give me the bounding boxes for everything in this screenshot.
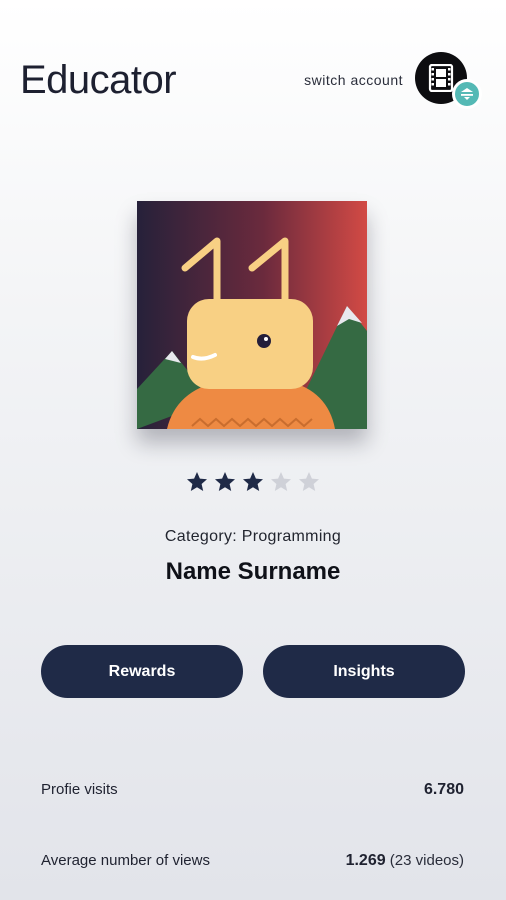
profile-image [137, 201, 367, 429]
switch-account-label[interactable]: switch account [304, 72, 403, 88]
star-icon [215, 472, 235, 491]
stat-row-profile-visits: Profie visits 6.780 [41, 781, 464, 799]
star-empty-icon [299, 472, 319, 491]
insights-button[interactable]: Insights [263, 645, 465, 698]
page-title: Educator [20, 58, 177, 102]
film-strip-icon [428, 64, 454, 92]
stat-value-wrap: 6.780 [424, 781, 464, 799]
switch-account-icon[interactable] [452, 79, 482, 109]
rewards-button[interactable]: Rewards [41, 645, 243, 698]
header: Educator switch account [0, 0, 506, 150]
stat-value: 6.780 [423, 781, 464, 798]
stat-value-wrap: 1.269 (23 videos) [346, 852, 464, 870]
star-empty-icon [271, 472, 291, 491]
stat-label: Average number of views [41, 852, 210, 869]
stat-label: Profie visits [41, 781, 118, 798]
account-switcher[interactable] [415, 52, 485, 112]
profile-name: Name Surname [165, 558, 341, 585]
stat-value: 1.269 [345, 852, 386, 869]
category-label: Category: Programming [164, 528, 342, 545]
stat-row-average-views: Average number of views 1.269 (23 videos… [41, 852, 464, 870]
star-icon [187, 472, 207, 491]
rating-stars [0, 470, 506, 494]
star-icon [243, 472, 263, 491]
stat-extra: (23 videos) [389, 852, 464, 869]
llama-character-illustration [137, 201, 367, 429]
